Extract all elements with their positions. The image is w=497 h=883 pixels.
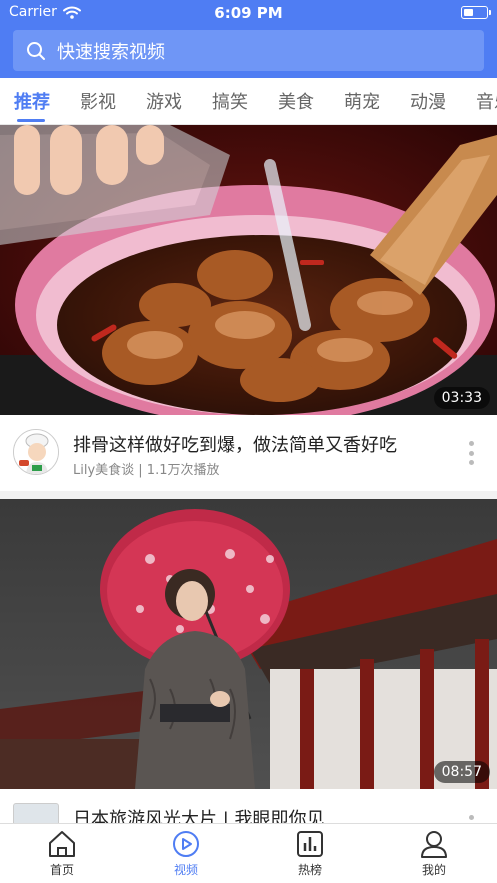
more-options-icon[interactable]	[467, 441, 475, 465]
tab-food[interactable]: 美食	[278, 88, 314, 114]
bottom-tab-bar: 首页 视频 热榜 我的	[0, 823, 497, 883]
search-input[interactable]: 快速搜索视频	[13, 30, 484, 71]
tab-funny[interactable]: 搞笑	[212, 88, 248, 114]
category-tabs: 推荐 影视 游戏 搞笑 美食 萌宠 动漫 音乐	[0, 78, 497, 125]
battery-icon	[461, 6, 491, 19]
video-thumbnail-2[interactable]: 08:57	[0, 499, 497, 789]
tabbar-trending[interactable]: 热榜	[270, 829, 350, 878]
app-header: Carrier 6:09 PM 快速搜索视频	[0, 0, 497, 78]
section-divider	[0, 491, 497, 499]
chart-icon	[297, 831, 323, 857]
tab-anime[interactable]: 动漫	[410, 88, 446, 114]
kimono-parasol-thumbnail	[0, 499, 497, 789]
search-icon	[27, 41, 45, 60]
braised-pork-thumbnail	[0, 125, 497, 415]
tabbar-profile[interactable]: 我的	[394, 829, 474, 878]
tabbar-video[interactable]: 视频	[146, 829, 226, 878]
search-placeholder: 快速搜索视频	[57, 41, 165, 63]
video-thumbnail-1[interactable]: 03:33	[0, 125, 497, 415]
home-icon	[49, 831, 75, 857]
tabbar-video-label: 视频	[173, 863, 198, 877]
tabbar-home[interactable]: 首页	[22, 829, 102, 878]
play-circle-icon	[173, 831, 199, 857]
video-info-1[interactable]: 排骨这样做好吃到爆，做法简单又香好吃 Lily美食谈 | 1.1万次播放	[0, 415, 497, 498]
tab-music[interactable]: 音乐	[476, 88, 497, 114]
tabbar-profile-label: 我的	[421, 863, 446, 877]
video-duration-2: 08:57	[433, 761, 490, 783]
tab-movies[interactable]: 影视	[80, 88, 116, 114]
chef-avatar[interactable]	[13, 429, 59, 475]
tab-games[interactable]: 游戏	[146, 88, 182, 114]
video-title-1[interactable]: 排骨这样做好吃到爆，做法简单又香好吃	[73, 431, 397, 457]
tab-recommended[interactable]: 推荐	[14, 88, 50, 114]
status-time: 6:09 PM	[214, 4, 283, 22]
profile-icon	[421, 831, 447, 858]
tabbar-home-label: 首页	[49, 863, 74, 877]
video-duration-1: 03:33	[433, 387, 490, 409]
tab-pets[interactable]: 萌宠	[344, 88, 380, 114]
video-meta-1: Lily美食谈 | 1.1万次播放	[73, 463, 220, 478]
status-bar: Carrier 6:09 PM	[0, 0, 497, 26]
active-tab-indicator	[17, 119, 45, 122]
tabbar-trending-label: 热榜	[297, 863, 322, 877]
